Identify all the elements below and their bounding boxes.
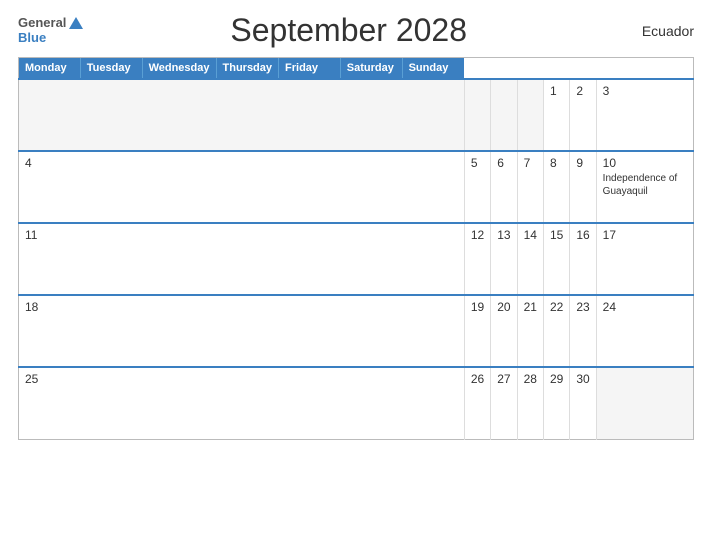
calendar-header-row: MondayTuesdayWednesdayThursdayFridaySatu… [19,58,464,78]
calendar-cell: 21 [517,295,543,367]
logo-triangle-icon [69,17,83,29]
calendar-cell: 12 [464,223,490,295]
calendar-cell: 6 [491,151,517,223]
day-number: 22 [550,300,563,314]
day-number: 25 [25,372,458,386]
calendar-cell: 17 [596,223,693,295]
weekday-header-sunday: Sunday [403,58,465,78]
day-number: 13 [497,228,510,242]
day-number: 21 [524,300,537,314]
calendar-cell [491,79,517,151]
day-number: 8 [550,156,563,170]
day-number: 4 [25,156,458,170]
calendar-cell [464,79,490,151]
calendar-cell [19,79,465,151]
calendar-cell: 29 [543,367,569,439]
day-number: 15 [550,228,563,242]
weekday-header-tuesday: Tuesday [81,58,143,78]
day-number: 19 [471,300,484,314]
calendar-cell: 9 [570,151,596,223]
day-number: 10 [603,156,687,170]
calendar-row-2: 11 12 13 14 15 16 17 [19,223,694,295]
day-number: 24 [603,300,687,314]
calendar-table: MondayTuesdayWednesdayThursdayFridaySatu… [18,57,694,440]
calendar-cell: 26 [464,367,490,439]
day-number: 2 [576,84,589,98]
day-number: 9 [576,156,589,170]
day-number: 11 [25,228,458,242]
calendar-body: 12345678910Independence of Guayaquil1112… [19,79,694,439]
weekday-header-monday: Monday [19,58,81,78]
calendar-cell: 11 [19,223,465,295]
calendar-cell: 24 [596,295,693,367]
weekday-header-thursday: Thursday [217,58,280,78]
country-label: Ecuador [614,23,694,39]
calendar-cell: 10 Independence of Guayaquil [596,151,693,223]
calendar-cell: 16 [570,223,596,295]
logo: General Blue [18,16,83,45]
header: General Blue September 2028 Ecuador [18,12,694,49]
day-number: 1 [550,84,563,98]
calendar-cell: 27 [491,367,517,439]
calendar-cell: 15 [543,223,569,295]
calendar-cell: 3 [596,79,693,151]
day-number: 30 [576,372,589,386]
day-number: 27 [497,372,510,386]
holiday-label: Independence of Guayaquil [603,172,687,198]
calendar-cell: 18 [19,295,465,367]
calendar-cell [596,367,693,439]
logo-general-text: General [18,16,66,30]
calendar-cell: 20 [491,295,517,367]
calendar-cell: 23 [570,295,596,367]
calendar-cell: 4 [19,151,465,223]
calendar-cell: 30 [570,367,596,439]
logo-blue-text: Blue [18,31,46,45]
calendar-cell: 19 [464,295,490,367]
calendar-cell: 14 [517,223,543,295]
calendar-row-0: 123 [19,79,694,151]
day-number: 3 [603,84,687,98]
calendar-page: General Blue September 2028 Ecuador Mond… [0,0,712,550]
day-number: 23 [576,300,589,314]
day-number: 18 [25,300,458,314]
weekday-header-wednesday: Wednesday [143,58,217,78]
calendar-cell [517,79,543,151]
day-number: 16 [576,228,589,242]
calendar-cell: 7 [517,151,543,223]
calendar-title: September 2028 [83,12,614,49]
calendar-cell: 5 [464,151,490,223]
calendar-cell: 28 [517,367,543,439]
day-number: 26 [471,372,484,386]
day-number: 5 [471,156,484,170]
day-number: 17 [603,228,687,242]
day-number: 12 [471,228,484,242]
calendar-cell: 25 [19,367,465,439]
calendar-cell: 1 [543,79,569,151]
weekday-header-friday: Friday [279,58,341,78]
day-number: 14 [524,228,537,242]
weekday-header-saturday: Saturday [341,58,403,78]
day-number: 29 [550,372,563,386]
calendar-cell: 22 [543,295,569,367]
calendar-cell: 2 [570,79,596,151]
day-number: 28 [524,372,537,386]
day-number: 7 [524,156,537,170]
calendar-cell: 13 [491,223,517,295]
calendar-cell: 8 [543,151,569,223]
calendar-row-3: 18 19 20 21 22 23 24 [19,295,694,367]
day-number: 20 [497,300,510,314]
calendar-row-4: 25 26 27 28 29 30 [19,367,694,439]
day-number: 6 [497,156,510,170]
calendar-row-1: 456789 10 Independence of Guayaquil [19,151,694,223]
